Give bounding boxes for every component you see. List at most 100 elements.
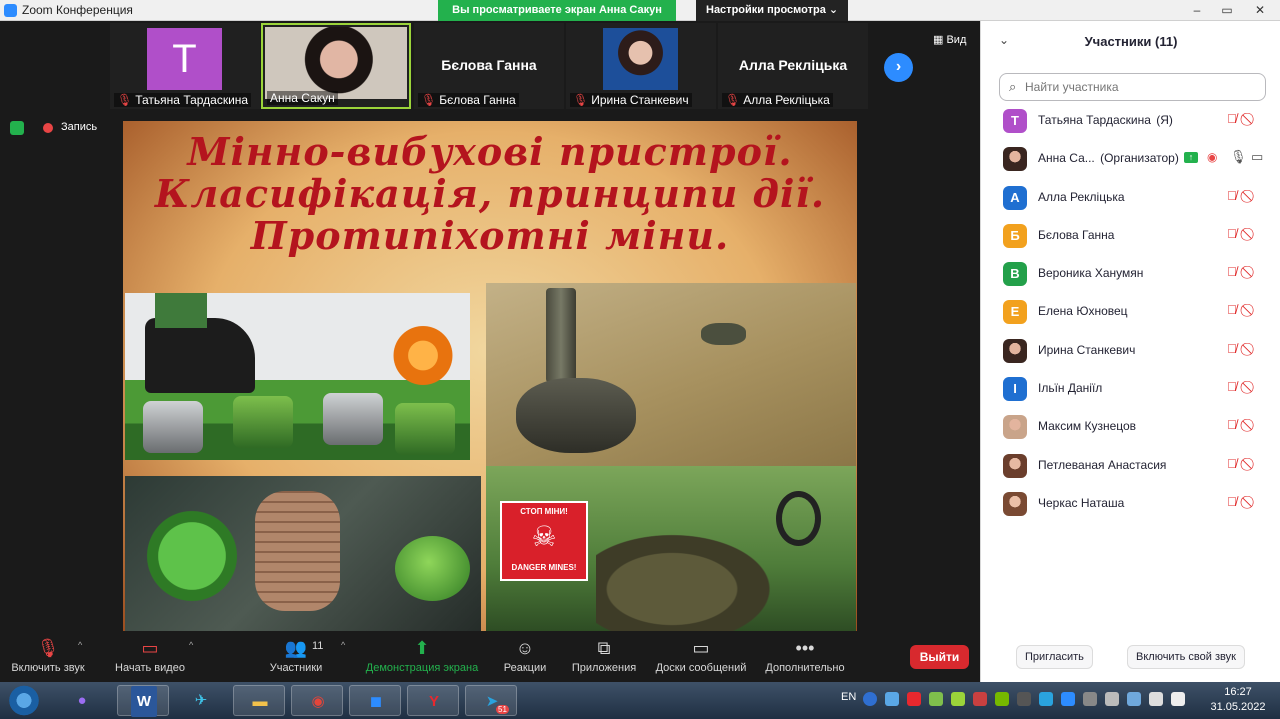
- network-icon[interactable]: [885, 692, 899, 706]
- search-box[interactable]: ⌕: [999, 73, 1266, 101]
- yandex-browser-icon[interactable]: ●: [56, 685, 108, 716]
- maximize-button[interactable]: ▭: [1212, 0, 1242, 20]
- zoom-icon[interactable]: ◼: [349, 685, 401, 716]
- video-tile-active-speaker[interactable]: Анна Сакун: [261, 23, 411, 109]
- unmute-label: Включить звук: [11, 662, 85, 674]
- chevron-up-icon[interactable]: ^: [78, 640, 82, 650]
- participant-row[interactable]: Петлеваная Анастасия 🎙̸ ⃠: [981, 447, 1280, 485]
- muted-mic-icon[interactable]: 🎙̸: [1227, 341, 1237, 356]
- participant-name: Вероника Ханумян: [1038, 266, 1144, 281]
- muted-mic-icon[interactable]: 🎙̸: [1227, 188, 1237, 203]
- video-tile[interactable]: Бєлова Ганна 🎙 Бєлова Ганна: [414, 23, 564, 109]
- mic-icon[interactable]: 🎙: [1230, 149, 1247, 165]
- muted-mic-icon[interactable]: 🎙̸: [1227, 226, 1237, 241]
- shield-icon: [10, 121, 24, 135]
- grenade-shape: [255, 491, 340, 611]
- avatar: Б: [1003, 223, 1027, 248]
- tray-app-icon[interactable]: [1039, 692, 1053, 706]
- muted-mic-icon[interactable]: 🎙̸: [1227, 494, 1237, 509]
- participant-row[interactable]: А Алла Рекліцька 🎙̸ ⃠: [981, 179, 1280, 217]
- mine-shape: [137, 506, 247, 606]
- boot-top-shape: [155, 293, 207, 328]
- slide-title-line: Мінно-вибухові пристрої.: [187, 129, 793, 174]
- muted-mic-icon[interactable]: 🎙̸: [1227, 417, 1237, 432]
- window-title: Zoom Конференция: [22, 3, 133, 17]
- video-icon[interactable]: ▭: [1251, 149, 1263, 165]
- search-input[interactable]: [1025, 78, 1255, 96]
- minimize-button[interactable]: –: [1182, 0, 1212, 20]
- whiteboards-button[interactable]: ▭ Доски сообщений: [652, 632, 750, 682]
- participant-row[interactable]: Анна Са... (Организатор) ↑ ◉ 🎙 ▭: [981, 140, 1280, 178]
- yandex-tray-icon[interactable]: [907, 692, 921, 706]
- chrome-icon[interactable]: ◉: [291, 685, 343, 716]
- telegram-icon[interactable]: ➤ 51: [465, 685, 517, 716]
- avatar: [1003, 453, 1027, 478]
- muted-mic-icon[interactable]: 🎙̸: [1227, 456, 1237, 471]
- start-button-icon[interactable]: [6, 684, 42, 717]
- participants-label: Участники: [269, 662, 323, 674]
- chevron-up-icon[interactable]: ^: [341, 640, 345, 650]
- participant-name: Максим Кузнецов: [1038, 419, 1137, 434]
- participant-row[interactable]: Черкас Наташа 🎙̸ ⃠: [981, 485, 1280, 523]
- help-icon[interactable]: [863, 692, 877, 706]
- participant-row[interactable]: Ирина Станкевич 🎙̸ ⃠: [981, 332, 1280, 370]
- muted-mic-icon[interactable]: 🎙̸: [1227, 379, 1237, 394]
- share-screen-button[interactable]: ⬆ Демонстрация экрана: [362, 632, 482, 682]
- shared-screen-slide: Мінно-вибухові пристрої. Класифікація, п…: [123, 121, 857, 631]
- clock[interactable]: 16:27 31.05.2022: [1198, 685, 1278, 715]
- language-indicator[interactable]: EN: [841, 691, 856, 703]
- invite-button[interactable]: Пригласить: [1016, 645, 1093, 669]
- muted-mic-icon[interactable]: 🎙̸: [1227, 111, 1237, 126]
- participant-row[interactable]: І Ільїн Даніїл 🎙̸ ⃠: [981, 370, 1280, 408]
- participant-row[interactable]: Максим Кузнецов 🎙̸ ⃠: [981, 408, 1280, 446]
- muted-mic-icon[interactable]: 🎙̸: [1227, 302, 1237, 317]
- tray-app-icon[interactable]: [973, 692, 987, 706]
- windows-taskbar: ● W ✈ ▬ ◉ ◼ Y ➤ 51 EN 16:27 31.05.2022: [0, 682, 1280, 719]
- leave-button[interactable]: Выйти: [910, 645, 969, 669]
- bird-app-icon[interactable]: ✈: [175, 685, 227, 716]
- search-icon: ⌕: [1009, 79, 1017, 94]
- more-button[interactable]: ••• Дополнительно: [762, 632, 848, 682]
- zoom-tray-icon[interactable]: [1061, 692, 1075, 706]
- yandex-icon[interactable]: Y: [407, 685, 459, 716]
- participant-row[interactable]: Б Бєлова Ганна 🎙̸ ⃠: [981, 217, 1280, 255]
- chevron-right-icon[interactable]: ›: [884, 53, 913, 82]
- nvidia-icon[interactable]: [995, 692, 1009, 706]
- mine-shape: [143, 401, 203, 453]
- monitor-icon[interactable]: [1105, 692, 1119, 706]
- word-icon[interactable]: W: [117, 685, 169, 717]
- view-button[interactable]: ▦ Вид: [933, 33, 966, 46]
- tray-app-icon[interactable]: [1017, 692, 1031, 706]
- participant-row[interactable]: Е Елена Юхновец 🎙̸ ⃠: [981, 293, 1280, 331]
- muted-mic-icon[interactable]: 🎙̸: [1227, 264, 1237, 279]
- view-settings-label: Настройки просмотра: [706, 4, 826, 16]
- tray-app-icon[interactable]: [951, 692, 965, 706]
- chevron-up-icon[interactable]: ^: [189, 640, 193, 650]
- file-explorer-icon[interactable]: ▬: [233, 685, 285, 716]
- participant-row[interactable]: T Татьяна Тардаскина (Я) 🎙̸ ⃠: [981, 102, 1280, 140]
- participants-button[interactable]: 👥 11 Участники: [262, 632, 330, 682]
- close-button[interactable]: ✕: [1245, 0, 1275, 20]
- avatar: [1003, 338, 1027, 363]
- slide-title-line: Протипіхотні міни.: [250, 212, 730, 258]
- start-video-button[interactable]: ▭ Начать видео: [108, 632, 192, 682]
- tray-app-icon[interactable]: [929, 692, 943, 706]
- participant-row[interactable]: В Вероника Ханумян 🎙̸ ⃠: [981, 255, 1280, 293]
- apps-button[interactable]: ⧉ Приложения: [566, 632, 642, 682]
- metal-detector-shape: [776, 491, 821, 546]
- volume-icon[interactable]: [1149, 692, 1163, 706]
- avatar: T: [1003, 109, 1027, 133]
- view-settings-dropdown[interactable]: Настройки просмотра ⌄: [696, 0, 849, 21]
- video-tile[interactable]: 🎙 Ирина Станкевич: [566, 23, 716, 109]
- participant-name: Елена Юхновец: [1038, 304, 1128, 319]
- keyboard-icon[interactable]: [1171, 692, 1185, 706]
- network-icon[interactable]: [1127, 692, 1141, 706]
- unmute-me-button[interactable]: Включить свой звук: [1127, 645, 1245, 669]
- video-tile[interactable]: Алла Рекліцька 🎙 Алла Рекліцька: [718, 23, 868, 109]
- reactions-button[interactable]: ☺ Реакции: [498, 632, 552, 682]
- video-tile[interactable]: T 🎙 Татьяна Тардаскина: [110, 23, 260, 109]
- share-screen-icon: ↑: [1184, 152, 1198, 164]
- boot-shape: [145, 318, 255, 393]
- window-titlebar: Zoom Конференция Вы просматриваете экран…: [0, 0, 1280, 21]
- flag-icon[interactable]: [1083, 692, 1097, 706]
